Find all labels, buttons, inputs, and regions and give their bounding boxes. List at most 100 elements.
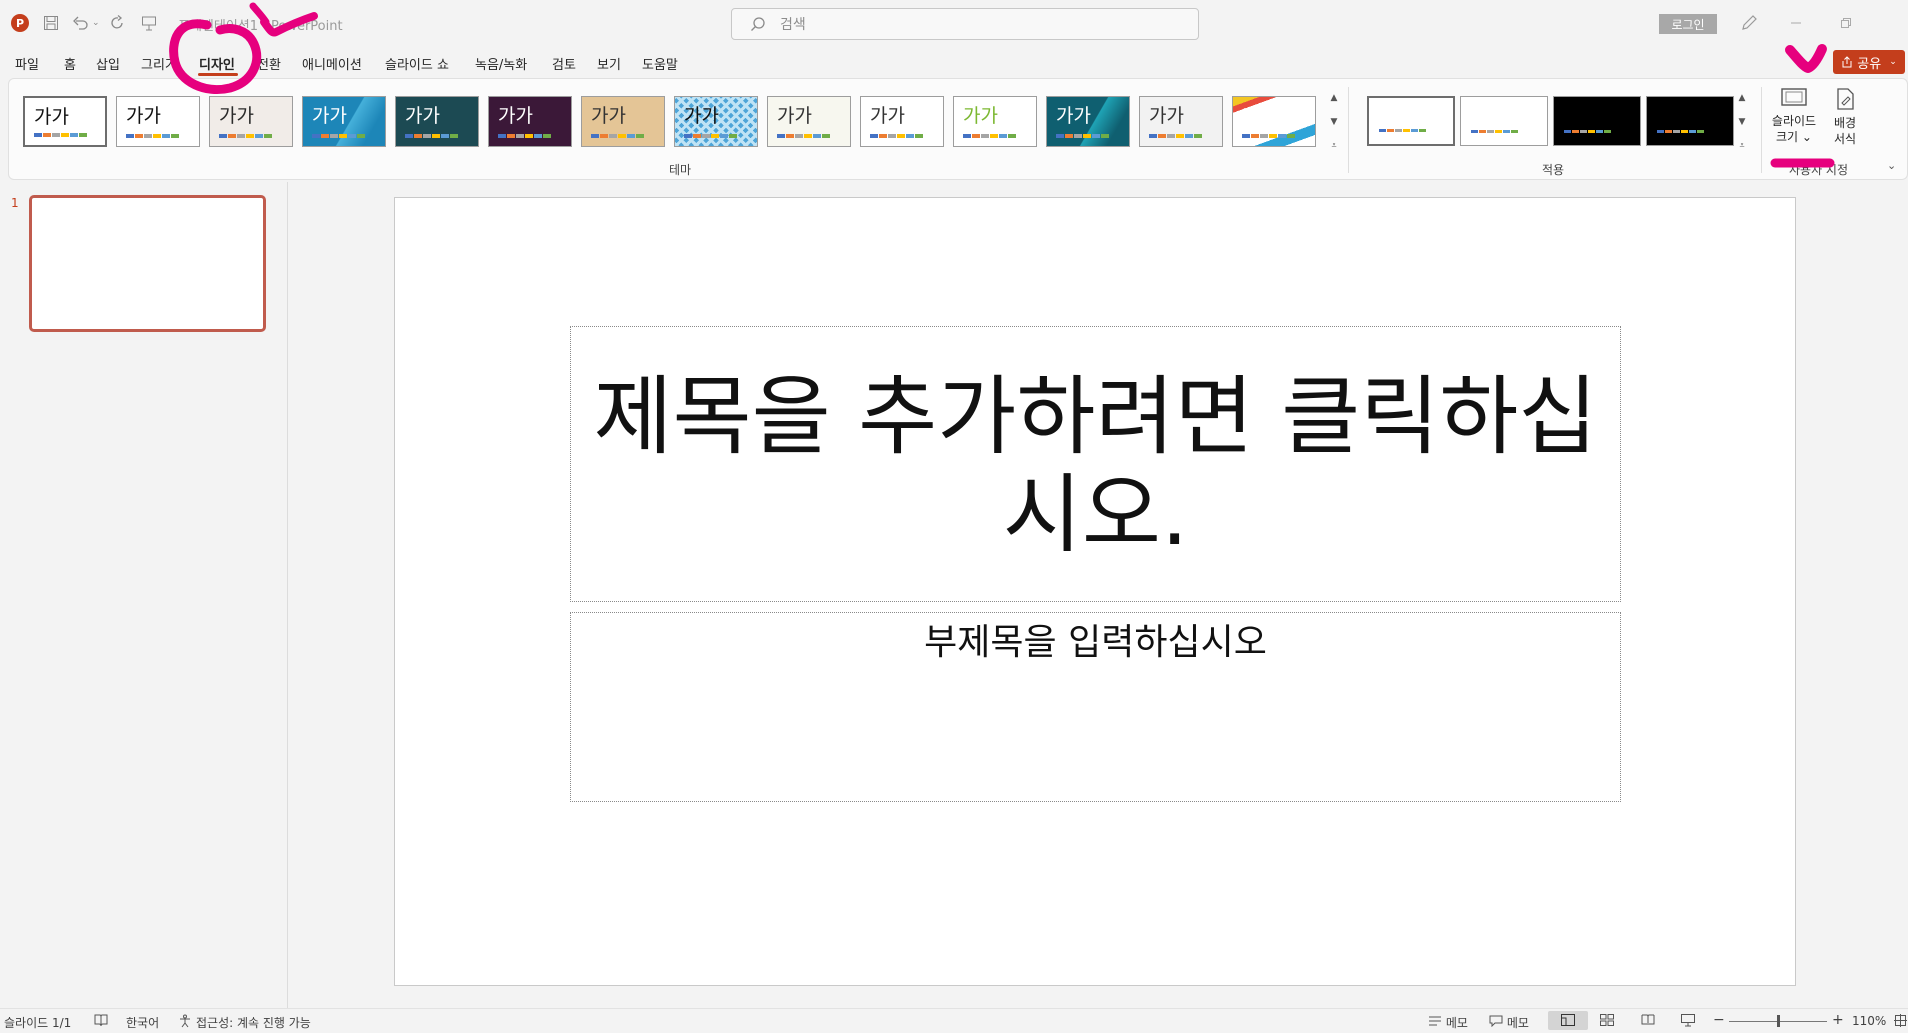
slide-count: 슬라이드 1/1 [4,1016,72,1030]
theme-option[interactable]: 가가 [674,96,758,147]
theme-color-swatches [591,134,644,138]
format-background-label: 배경 [1833,116,1857,130]
theme-option[interactable]: 가가 [1046,96,1130,147]
tab-animations[interactable]: 애니메이션 [302,54,362,73]
theme-sample-text: 가가 [1056,105,1091,127]
share-label: 공유 [1857,56,1882,72]
theme-option[interactable]: 가가 [395,96,479,147]
theme-option[interactable]: 가가 [488,96,572,147]
share-dropdown-icon[interactable]: ⌄ [1889,57,1897,67]
save-icon[interactable] [43,11,59,35]
theme-sample-text: 가가 [963,105,998,127]
accessibility-status[interactable]: 접근성: 계속 진행 가능 [196,1014,311,1031]
powerpoint-window: { "titlebar": { "app_logo": "P", "doc_ti… [0,0,1908,1033]
scroll-up-icon[interactable]: ▲ [1739,93,1746,103]
theme-sample-text: 가가 [405,105,440,127]
theme-option[interactable]: 가가 [302,96,386,147]
zoom-level[interactable]: 110% [1852,1014,1886,1028]
tab-draw[interactable]: 그리기 [141,54,177,73]
title-bar: P ⌄ 프레젠테이션1 - PowerPoint 검색 로그인 [0,0,1908,46]
language-status[interactable]: 한국어 [126,1014,159,1031]
slide-thumbnail[interactable] [29,195,266,332]
share-button[interactable]: 공유 ⌄ [1833,50,1905,74]
tab-review[interactable]: 검토 [552,54,576,73]
tab-file[interactable]: 파일 [15,54,39,73]
undo-icon[interactable] [72,11,90,35]
gallery-more-icon[interactable]: ⩡ [1331,141,1336,151]
slide-sorter-icon[interactable] [1600,1014,1614,1029]
ribbon-separator [1761,87,1762,173]
theme-color-swatches [1242,134,1295,138]
login-button[interactable]: 로그인 [1659,14,1717,34]
theme-option[interactable]: 가가 [953,96,1037,147]
theme-option[interactable]: 가가 [23,96,107,147]
notes-icon [1429,1016,1441,1026]
tab-record[interactable]: 녹음/녹화 [475,54,527,73]
themes-scroll[interactable]: ▲ ▼ ⩡ [1327,93,1341,151]
theme-color-swatches [405,134,458,138]
variant-option[interactable] [1460,96,1548,146]
minimize-icon[interactable] [1776,11,1816,35]
title-placeholder[interactable]: 제목을 추가하려면 클릭하십시오. [570,326,1621,602]
subtitle-placeholder[interactable]: 부제목을 입력하십시오 [570,612,1621,802]
scroll-down-icon[interactable]: ▼ [1739,117,1746,127]
variant-color-swatches [1564,130,1611,133]
slideshow-view-icon[interactable] [1681,1014,1695,1030]
accessibility-icon[interactable] [178,1014,192,1031]
fit-to-window-icon[interactable] [1894,1014,1907,1030]
search-icon [751,17,765,31]
variants-scroll[interactable]: ▲ ▼ ⩡ [1735,93,1749,151]
theme-sample-text: 가가 [777,105,812,127]
scroll-down-icon[interactable]: ▼ [1331,117,1338,127]
slide-size-icon [1781,88,1807,106]
theme-option[interactable]: 가가 [209,96,293,147]
theme-sample-text: 가가 [312,105,347,127]
ribbon-separator [1348,87,1349,173]
tab-view[interactable]: 보기 [597,54,621,73]
theme-color-swatches [963,134,1016,138]
reading-view-icon[interactable] [1641,1014,1655,1029]
share-icon [1842,56,1852,68]
normal-view-icon[interactable] [1561,1014,1575,1029]
comments-button[interactable]: 메모 [1489,1014,1529,1031]
undo-dropdown-icon[interactable]: ⌄ [92,11,100,35]
theme-option[interactable]: 가가 [116,96,200,147]
zoom-slider-thumb[interactable] [1777,1015,1780,1027]
theme-option[interactable]: 가가 [581,96,665,147]
scroll-up-icon[interactable]: ▲ [1331,93,1338,103]
restore-icon[interactable] [1826,11,1866,35]
search-box[interactable]: 검색 [731,8,1199,40]
spell-check-icon[interactable] [94,1014,108,1030]
slide-canvas[interactable]: 제목을 추가하려면 클릭하십시오. 부제목을 입력하십시오 [394,197,1796,986]
theme-option[interactable]: 가가 [860,96,944,147]
subtitle-placeholder-text: 부제목을 입력하십시오 [924,622,1267,663]
search-placeholder: 검색 [780,17,806,33]
tab-transitions[interactable]: 전환 [257,54,281,73]
notes-button[interactable]: 메모 [1428,1014,1468,1031]
theme-option[interactable]: 가가 [1139,96,1223,147]
zoom-out-button[interactable]: − [1713,1012,1725,1028]
gallery-more-icon[interactable]: ⩡ [1739,141,1744,151]
tab-insert[interactable]: 삽입 [96,54,120,73]
tab-help[interactable]: 도움말 [642,54,678,73]
tab-home[interactable]: 홈 [64,54,76,73]
variant-option[interactable] [1367,96,1455,146]
variant-option[interactable] [1553,96,1641,146]
tab-design[interactable]: 디자인 [199,54,235,73]
present-from-start-icon[interactable] [141,11,157,35]
theme-option[interactable]: 가가 [767,96,851,147]
slide-size-button[interactable]: 슬라이드 크기 ⌄ [1765,87,1823,145]
theme-option[interactable]: 가가 [1232,96,1316,147]
pen-icon[interactable] [1740,11,1758,35]
tab-slideshow[interactable]: 슬라이드 쇼 [385,54,449,73]
theme-color-swatches [34,133,87,137]
theme-color-swatches [126,134,179,138]
zoom-in-button[interactable]: + [1832,1012,1844,1028]
slide-number: 1 [11,196,19,210]
status-bar: 슬라이드 1/1 한국어 접근성: 계속 진행 가능 메모 메모 − + 110… [0,1008,1908,1033]
collapse-ribbon-icon[interactable]: ⌄ [1887,159,1896,172]
variant-option[interactable] [1646,96,1734,146]
format-background-button[interactable]: 배경 서식 [1825,87,1865,147]
redo-icon[interactable] [110,11,126,35]
theme-color-swatches [219,134,272,138]
